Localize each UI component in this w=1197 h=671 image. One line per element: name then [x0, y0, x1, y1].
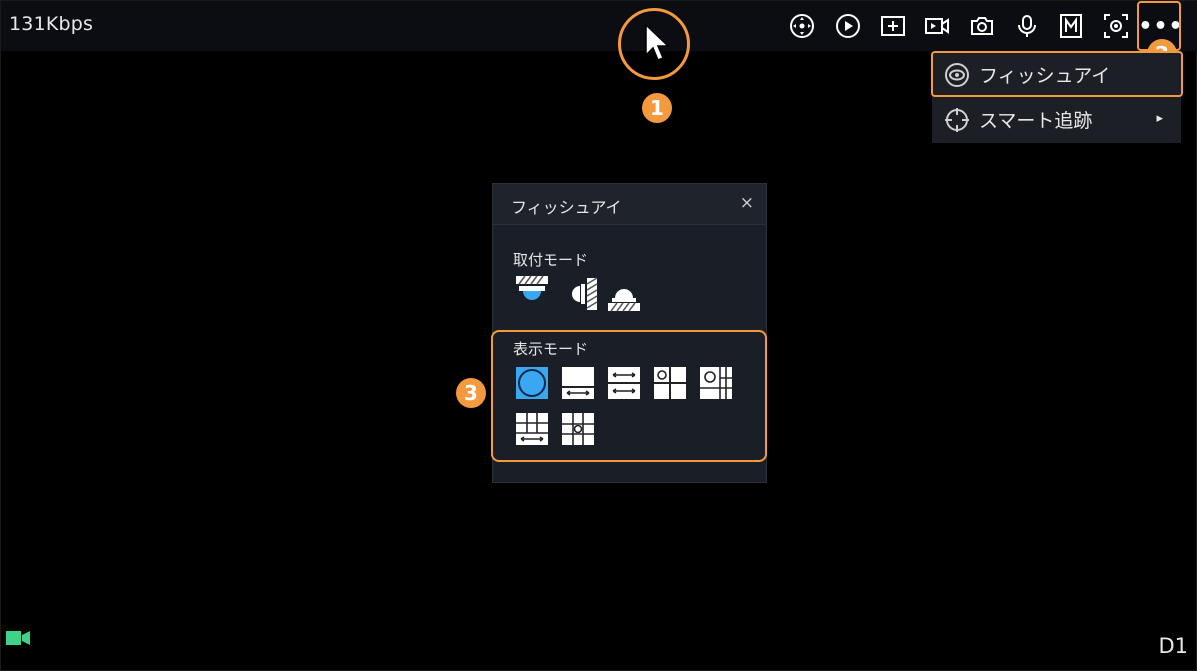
fisheye-menu-highlight	[931, 51, 1183, 97]
close-button[interactable]: ×	[740, 193, 754, 213]
panel-header: フィッシュアイ ×	[493, 184, 766, 225]
target-icon	[944, 107, 970, 133]
submenu-arrow-icon: ▸	[1156, 111, 1163, 126]
display-mode-highlight	[491, 330, 767, 462]
menu-item-smart-tracking[interactable]: スマート追跡 ▸	[932, 97, 1181, 142]
zoom-in-icon[interactable]	[878, 11, 908, 41]
manual-record-icon[interactable]	[1056, 11, 1086, 41]
panel-title: フィッシュアイ	[511, 198, 622, 217]
talk-icon[interactable]	[1012, 11, 1042, 41]
ceiling-mount-icon[interactable]	[514, 273, 550, 309]
playback-icon[interactable]	[833, 11, 863, 41]
snapshot-icon[interactable]	[967, 11, 997, 41]
ptz-icon[interactable]	[787, 11, 817, 41]
annotation-badge-1: 1	[642, 93, 672, 123]
wall-mount-icon[interactable]	[567, 276, 603, 312]
record-icon[interactable]	[922, 11, 952, 41]
cursor-icon	[645, 23, 670, 61]
annotation-badge-3: 3	[456, 378, 486, 408]
channel-label: D1	[1158, 634, 1188, 658]
mount-mode-label: 取付モード	[513, 251, 589, 269]
recording-indicator-icon	[6, 631, 30, 645]
menu-item-label: スマート追跡	[979, 110, 1093, 132]
table-mount-icon[interactable]	[606, 278, 642, 314]
bitrate-readout: 131Kbps	[9, 13, 94, 35]
image-icon[interactable]	[1101, 11, 1131, 41]
video-viewport: 131Kbps ••• 1 2 フィッシュアイ	[0, 0, 1197, 671]
